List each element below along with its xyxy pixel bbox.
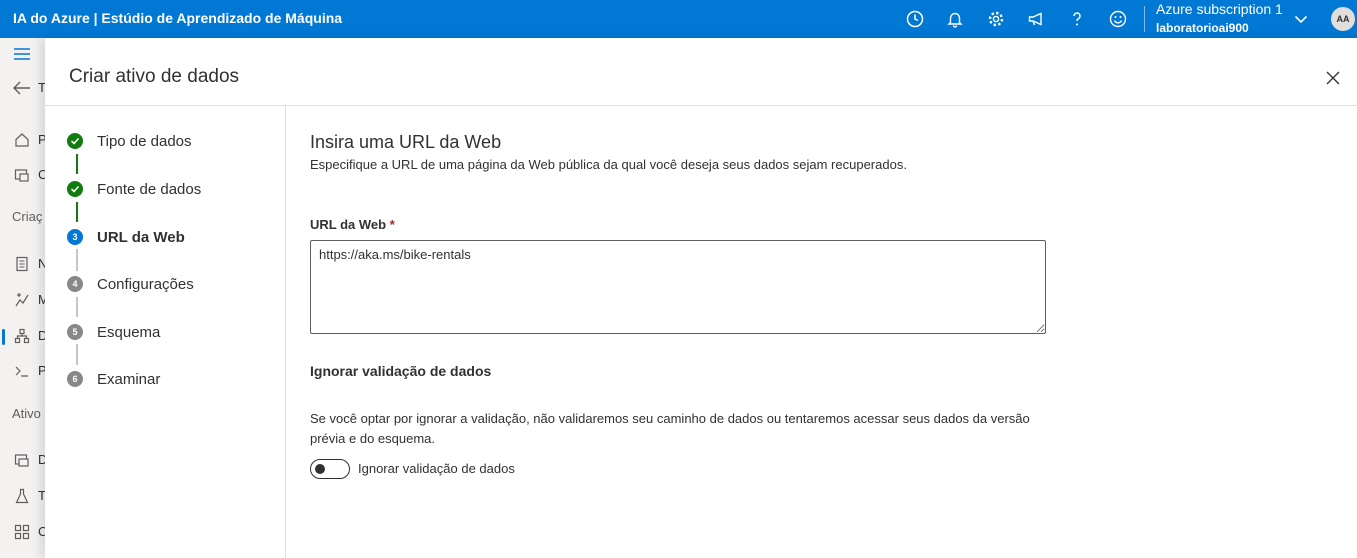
step-number: 5 [67, 324, 83, 340]
nav-section-assets: Ativo [12, 406, 41, 421]
step-label: Configurações [97, 275, 194, 293]
chevron-down-icon[interactable] [1288, 6, 1314, 32]
checkmark-icon [67, 133, 83, 149]
prompt-icon[interactable] [12, 361, 32, 381]
skip-validation-heading: Ignorar validação de dados [310, 363, 492, 379]
step-connector [76, 344, 78, 365]
top-bar: IA do Azure | Estúdio de Aprendizado de … [0, 0, 1357, 38]
skip-validation-toggle-label[interactable]: Ignorar validação de dados [358, 461, 515, 476]
step-number: 6 [67, 371, 83, 387]
section-description: Especifique a URL de uma página da Web p… [310, 157, 907, 172]
step-connector [76, 297, 78, 317]
wizard-divider [285, 106, 286, 558]
back-arrow-icon[interactable] [12, 78, 32, 98]
gear-icon[interactable] [983, 6, 1009, 32]
section-heading: Insira uma URL da Web [310, 132, 502, 152]
workspace-name[interactable]: laboratorioai900 [1156, 21, 1249, 35]
step-url-da-web[interactable]: 3 URL da Web [67, 225, 185, 249]
step-examinar[interactable]: 6 Examinar [67, 367, 160, 391]
catalog-icon[interactable] [12, 165, 32, 185]
required-mark: * [389, 217, 395, 232]
url-field-label: URL da Web * [310, 217, 395, 232]
step-fonte-de-dados[interactable]: Fonte de dados [67, 177, 201, 201]
step-label: Fonte de dados [97, 180, 202, 198]
step-number: 4 [67, 276, 83, 292]
home-icon[interactable] [12, 130, 32, 150]
history-icon[interactable] [902, 6, 928, 32]
help-icon[interactable] [1064, 6, 1090, 32]
step-esquema[interactable]: 5 Esquema [67, 320, 160, 344]
checkmark-icon [67, 181, 83, 197]
close-icon[interactable] [1323, 68, 1343, 88]
step-connector [76, 249, 78, 271]
smiley-icon[interactable] [1105, 6, 1131, 32]
header-divider [45, 105, 1357, 106]
step-label: Esquema [97, 323, 161, 341]
step-label: URL da Web [97, 228, 185, 246]
active-indicator [2, 329, 5, 345]
skip-validation-toggle[interactable] [310, 459, 350, 479]
automl-icon[interactable] [12, 290, 32, 310]
create-data-asset-panel: Criar ativo de dados Tipo de dados Fonte… [45, 38, 1357, 558]
step-configuracoes[interactable]: 4 Configurações [67, 272, 194, 296]
step-number: 3 [67, 229, 83, 245]
step-tipo-de-dados[interactable]: Tipo de dados [67, 129, 192, 153]
data-icon[interactable] [12, 450, 32, 470]
designer-icon[interactable] [12, 326, 32, 346]
avatar[interactable]: AA [1331, 7, 1355, 31]
panel-title: Criar ativo de dados [69, 66, 240, 87]
skip-validation-description: Se você optar por ignorar a validação, n… [310, 411, 1030, 446]
app-title[interactable]: IA do Azure | Estúdio de Aprendizado de … [13, 10, 342, 26]
step-label: Examinar [97, 370, 161, 388]
flask-icon[interactable] [12, 486, 32, 506]
toggle-knob [315, 464, 325, 474]
topbar-divider [1144, 6, 1145, 32]
hamburger-menu-icon[interactable] [12, 44, 32, 64]
notebook-icon[interactable] [12, 254, 32, 274]
subscription-name[interactable]: Azure subscription 1 [1156, 1, 1283, 17]
url-input[interactable]: https://aka.ms/bike-rentals [310, 240, 1046, 334]
megaphone-icon[interactable] [1023, 6, 1049, 32]
step-connector [76, 202, 78, 222]
nav-section-author: Criaç [12, 209, 43, 224]
components-icon[interactable] [12, 522, 32, 542]
bell-icon[interactable] [942, 6, 968, 32]
step-connector [76, 154, 78, 174]
step-label: Tipo de dados [97, 132, 192, 150]
